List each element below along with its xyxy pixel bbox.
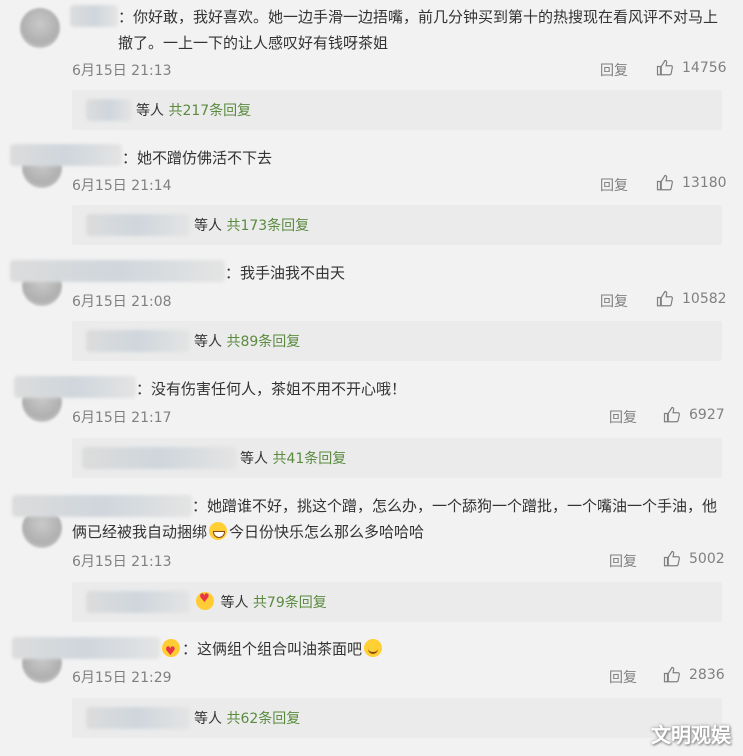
like-button[interactable]: 14756 [656,59,727,77]
comment-date: 6月15日 21:13 [72,554,172,570]
like-count: 14756 [682,60,727,76]
comment-text: ：我手油我不由天 [225,264,346,282]
thumbs-up-icon [656,174,673,191]
reply-count-link[interactable]: 共89条回复 [226,334,300,350]
like-button[interactable]: 5002 [663,550,725,568]
reply-prefix: 等人 [194,334,222,350]
reply-username [86,707,190,729]
reply-count-link[interactable]: 共173条回复 [226,218,309,234]
reply-preview[interactable]: 等人 共89条回复 [72,321,722,361]
like-button[interactable]: 2836 [663,666,725,684]
comment-item: ：这俩组个组合叫油茶面吧 6月15日 21:29 回复 2836 等人 共62条… [0,631,743,756]
reply-button[interactable]: 回复 [609,551,637,571]
thumbs-up-icon [663,406,680,423]
reply-username [86,591,190,613]
reply-summary: 等人 共41条回复 [240,448,346,468]
reply-preview[interactable]: 等人 共173条回复 [72,205,722,245]
reply-summary: 等人 共173条回复 [194,215,309,235]
comment-date: 6月15日 21:14 [72,178,172,194]
comment-text: ：没有伤害任何人，茶姐不用不开心哦！ [136,380,407,398]
username[interactable] [10,260,225,282]
reply-preview[interactable]: 等人 共79条回复 [72,582,722,622]
like-count: 6927 [689,407,725,423]
reply-preview[interactable]: 等人 共41条回复 [72,438,722,478]
reply-preview[interactable]: 等人 共217条回复 [72,90,722,130]
comment-item: ：她蹭谁不好，挑这个蹭，怎么办，一个舔狗一个蹭批，一个嘴油一个手油，他俩已经被我… [0,486,743,631]
reply-count-link[interactable]: 共41条回复 [272,451,346,467]
reply-summary: 等人 共62条回复 [194,708,300,728]
heart-eyes-emoji-icon [196,591,214,610]
like-count: 5002 [689,551,725,567]
reply-prefix: 等人 [136,103,164,119]
reply-prefix: 等人 [240,451,268,467]
thumbs-up-icon [663,666,680,683]
reply-summary: 等人 共89条回复 [194,331,300,351]
comment-item: ：你好敢，我好喜欢。她一边手滑一边捂嘴，前几分钟买到第十的热搜现在看风评不对马上… [0,0,743,135]
like-button[interactable]: 13180 [656,174,727,192]
reply-username [86,99,132,121]
thumbs-up-icon [663,550,680,567]
reply-button[interactable]: 回复 [600,60,628,80]
comment-item: ：我手油我不由天 6月15日 21:08 回复 10582 等人 共89条回复 [0,250,743,368]
heart-eyes-emoji-icon [162,638,180,664]
reply-username [86,330,190,352]
comment-date: 6月15日 21:29 [72,670,172,686]
comment-text: ：这俩组个组合叫油茶面吧 [160,636,743,664]
like-button[interactable]: 6927 [663,406,725,424]
reply-preview[interactable]: 等人 共62条回复 [72,698,722,738]
comment-item: ：她不蹭仿佛活不下去 6月15日 21:14 回复 13180 等人 共173条… [0,135,743,250]
reply-username [82,447,237,469]
laughing-emoji-icon [209,522,228,540]
thumbs-up-icon [656,290,673,307]
comment-text: ：她蹭谁不好，挑这个蹭，怎么办，一个舔狗一个蹭批，一个嘴油一个手油，他俩已经被我… [72,493,722,545]
watermark: 文明观娱 [651,723,731,747]
thumbs-up-icon [656,59,673,76]
comment-text-part: ：这俩组个组合叫油茶面吧 [182,640,363,658]
like-count: 2836 [689,667,725,683]
username[interactable] [10,144,122,166]
reply-button[interactable]: 回复 [600,291,628,311]
comment-date: 6月15日 21:17 [72,410,172,426]
comment-item: ：没有伤害任何人，茶姐不用不开心哦！ 6月15日 21:17 回复 6927 等… [0,368,743,486]
username[interactable] [14,376,136,398]
reply-button[interactable]: 回复 [609,667,637,687]
comment-date: 6月15日 21:08 [72,294,172,310]
comment-text-part: 今日份快乐怎么那么多哈哈哈 [229,523,425,541]
like-count: 10582 [682,291,727,307]
reply-prefix: 等人 [194,218,222,234]
username[interactable] [12,637,160,659]
like-button[interactable]: 10582 [656,290,727,308]
reply-count-link[interactable]: 共62条回复 [226,711,300,727]
reply-count-link[interactable]: 共79条回复 [253,595,327,611]
reply-count-link[interactable]: 共217条回复 [168,103,251,119]
comment-date: 6月15日 21:13 [72,63,172,79]
reply-prefix: 等人 [220,595,249,611]
reply-button[interactable]: 回复 [609,407,637,427]
avatar[interactable] [20,8,60,48]
reply-summary: 等人 共217条回复 [136,100,251,120]
comment-text: ：你好敢，我好喜欢。她一边手滑一边捂嘴，前几分钟买到第十的热搜现在看风评不对马上… [118,8,719,52]
grin-emoji-icon [364,639,383,657]
comment-text: ：她不蹭仿佛活不下去 [122,149,273,167]
reply-username [86,214,190,236]
like-count: 13180 [682,175,727,191]
reply-button[interactable]: 回复 [600,175,628,195]
username[interactable] [70,5,118,27]
reply-prefix: 等人 [194,711,222,727]
reply-summary: 等人 共79条回复 [194,591,327,612]
